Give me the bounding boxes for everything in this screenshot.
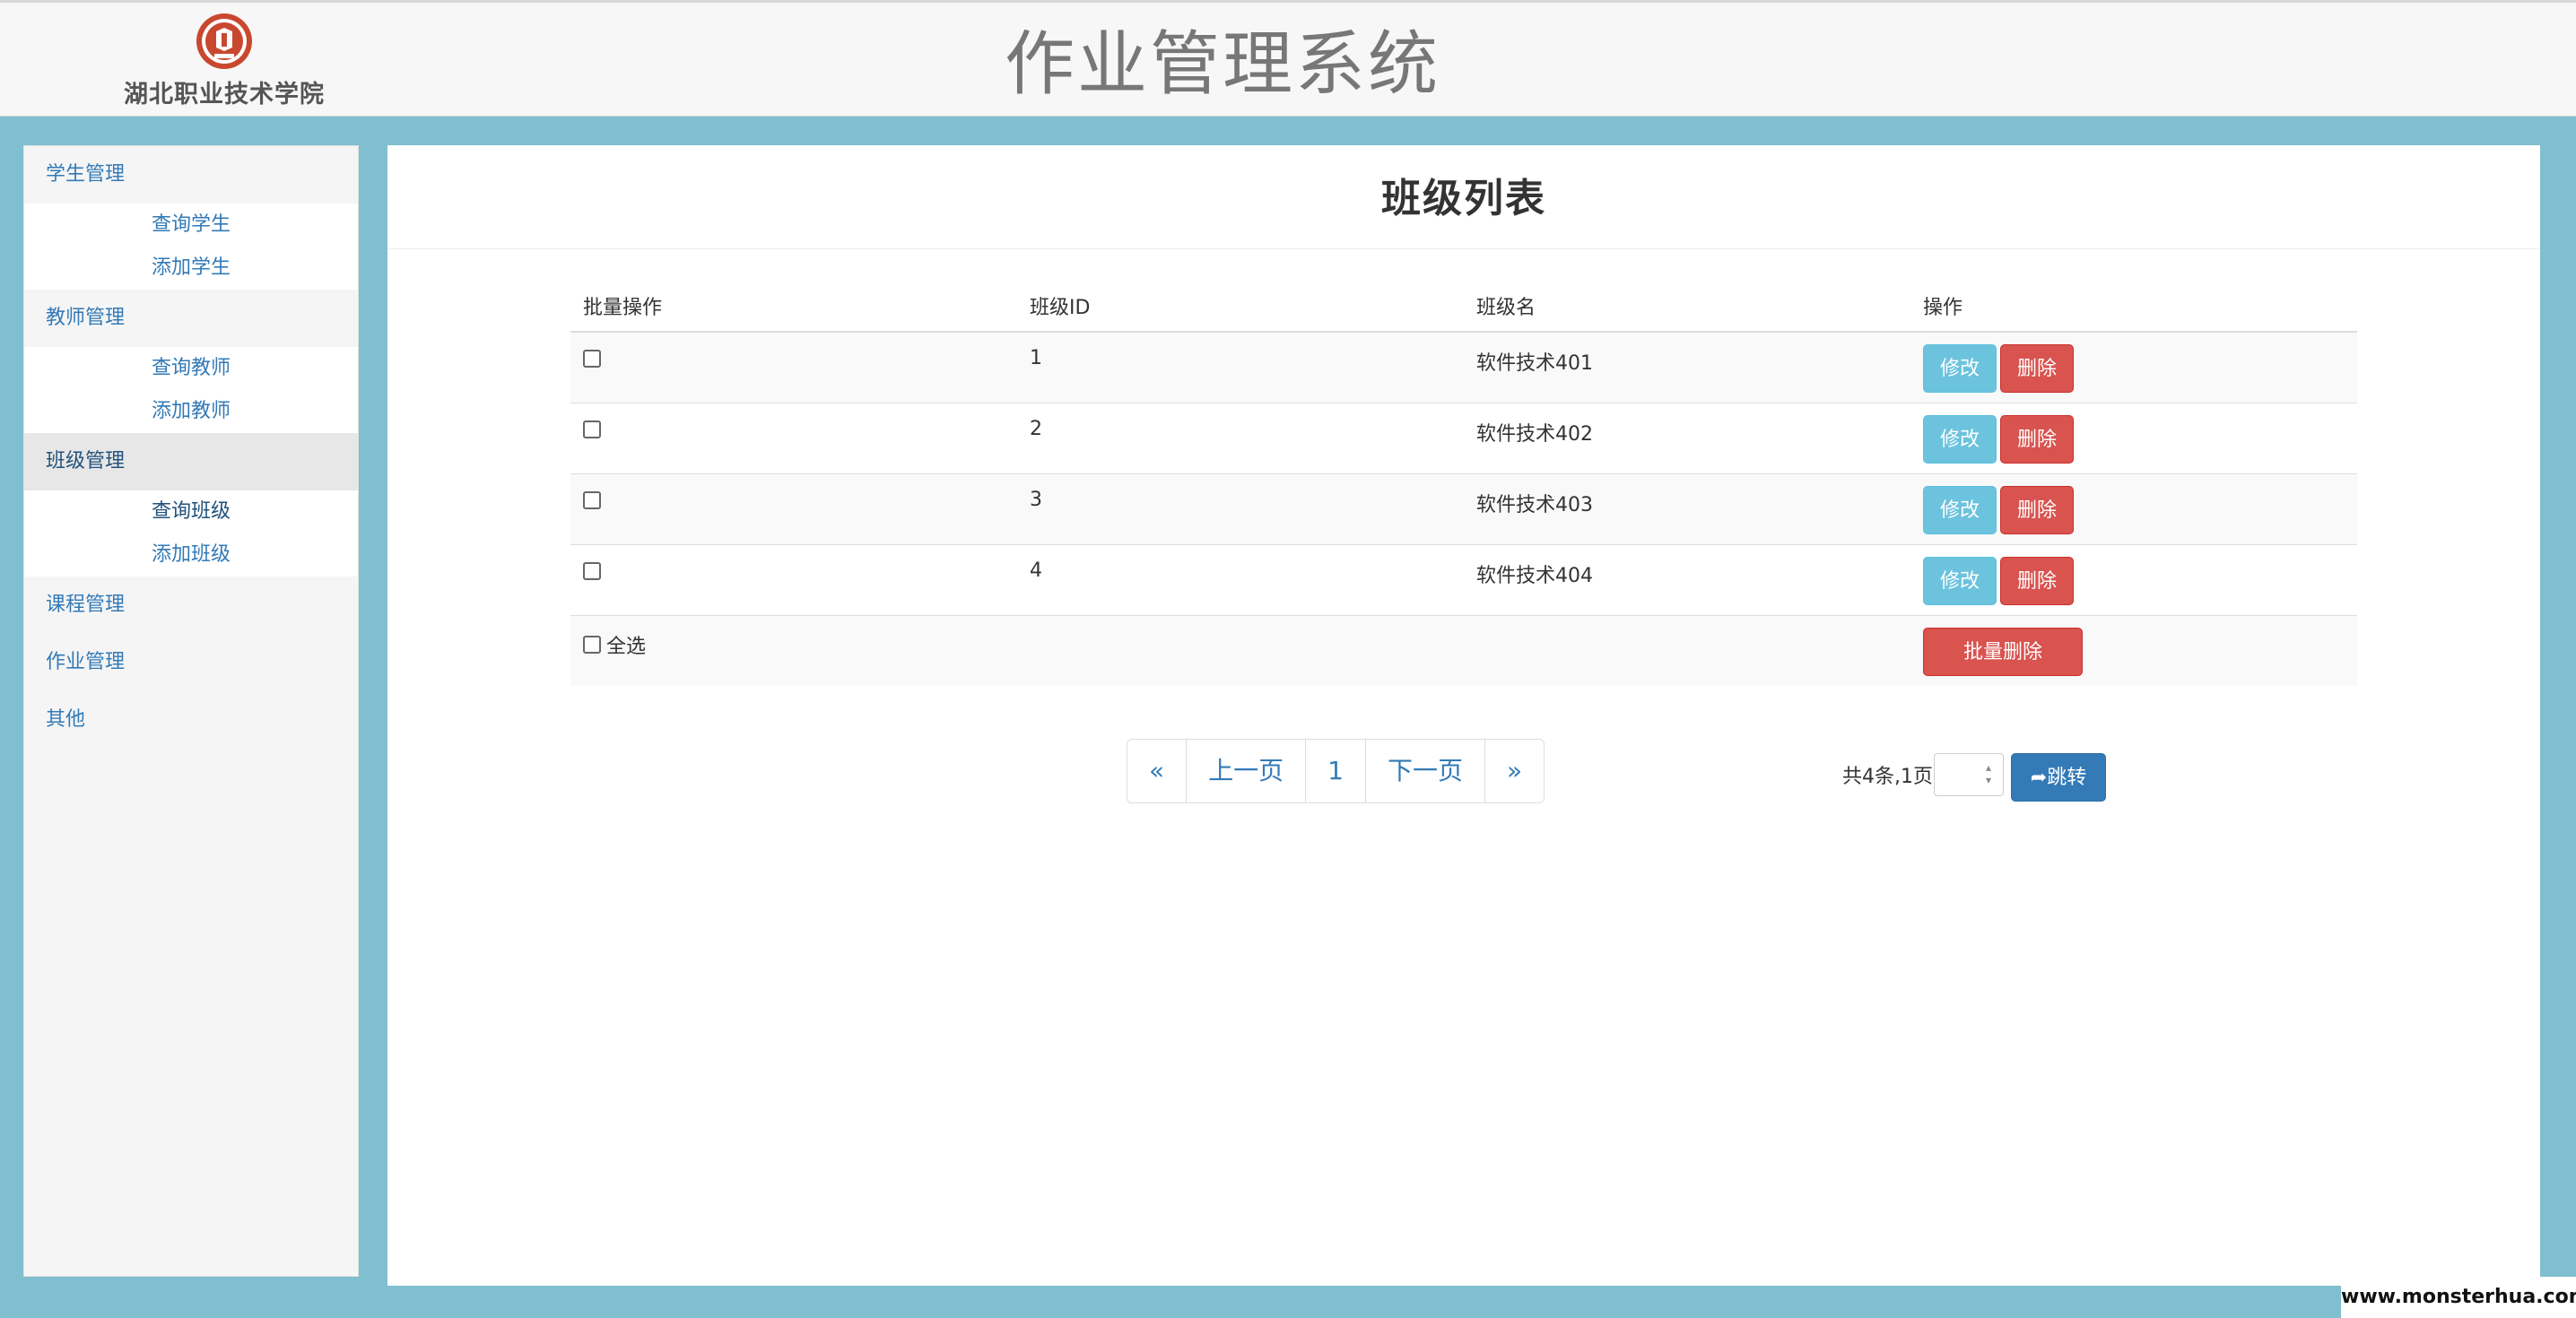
- table-row: 1 软件技术401 修改 删除: [570, 331, 2357, 403]
- jump-button[interactable]: ➦跳转: [2011, 753, 2106, 802]
- cell-class-name: 软件技术403: [1464, 473, 1910, 544]
- delete-button[interactable]: 删除: [2000, 344, 2075, 393]
- pager-page-1[interactable]: 1: [1305, 740, 1365, 802]
- cell-class-id: 4: [1017, 543, 1464, 615]
- cell-class-name: 软件技术402: [1464, 402, 1910, 473]
- sidebar-item-query-student[interactable]: 查询学生: [24, 204, 358, 247]
- sidebar-item-add-teacher[interactable]: 添加教师: [24, 390, 358, 433]
- pagination: « 上一页 1 下一页 »: [1127, 739, 1545, 803]
- menu-group-other: 其他: [24, 691, 358, 749]
- batch-delete-button[interactable]: 批量删除: [1923, 627, 2083, 676]
- edit-button[interactable]: 修改: [1923, 414, 1997, 464]
- menu-head-student[interactable]: 学生管理: [24, 146, 358, 204]
- menu-group-course: 课程管理: [24, 577, 358, 634]
- menu-head-teacher[interactable]: 教师管理: [24, 290, 358, 347]
- edit-button[interactable]: 修改: [1923, 344, 1997, 393]
- school-name: 湖北职业技术学院: [124, 81, 325, 108]
- row-checkbox[interactable]: [583, 561, 601, 580]
- system-title: 作业管理系统: [1005, 24, 1441, 105]
- header-batch-operation: 批量操作: [570, 280, 1017, 333]
- header-class-id: 班级ID: [1017, 280, 1464, 333]
- menu-group-class: 班级管理 查询班级 添加班级: [24, 433, 358, 577]
- sidebar-item-add-class[interactable]: 添加班级: [24, 533, 358, 577]
- table-row: 4 软件技术404 修改 删除: [570, 543, 2357, 615]
- menu-head-course[interactable]: 课程管理: [24, 577, 358, 634]
- menu-head-other[interactable]: 其他: [24, 691, 358, 749]
- cell-class-name: 软件技术401: [1464, 331, 1910, 403]
- pager-prev-button[interactable]: 上一页: [1186, 740, 1305, 802]
- class-table: 批量操作 班级ID 班级名 操作 1 软件技术401 修改 删除 2 软件技术40…: [570, 280, 2357, 686]
- select-all-checkbox[interactable]: [583, 635, 601, 654]
- edit-button[interactable]: 修改: [1923, 485, 1997, 534]
- delete-button[interactable]: 删除: [2000, 414, 2075, 464]
- menu-group-homework: 作业管理: [24, 634, 358, 691]
- school-seal-icon: [196, 13, 252, 69]
- menu-group-student: 学生管理 查询学生 添加学生: [24, 146, 358, 290]
- jump-label: 跳转: [2047, 767, 2087, 789]
- table-row: 2 软件技术402 修改 删除: [570, 402, 2357, 473]
- menu-head-homework[interactable]: 作业管理: [24, 634, 358, 691]
- spinner-icon[interactable]: ▴ ▾: [1981, 761, 1996, 788]
- delete-button[interactable]: 删除: [2000, 556, 2075, 605]
- menu-group-teacher: 教师管理 查询教师 添加教师: [24, 290, 358, 433]
- main-panel: 班级列表 批量操作 班级ID 班级名 操作 1 软件技术401 修改删除 2: [387, 145, 2540, 1286]
- share-arrow-icon: ➦: [2030, 767, 2048, 789]
- pager-next-button[interactable]: 下一页: [1364, 740, 1484, 802]
- sidebar-item-add-student[interactable]: 添加学生: [24, 247, 358, 290]
- pager-first-button[interactable]: «: [1127, 740, 1186, 802]
- pager-last-button[interactable]: »: [1484, 740, 1544, 802]
- header-operation: 操作: [1910, 280, 2357, 333]
- top-header: 湖北职业技术学院 作业管理系统: [0, 0, 2576, 117]
- select-all-label: 全选: [606, 635, 647, 658]
- header-class-name: 班级名: [1464, 280, 1910, 333]
- main-header: 班级列表: [387, 145, 2540, 249]
- watermark: www.monsterhua.com: [2341, 1277, 2576, 1318]
- table-row: 3 软件技术403 修改 删除: [570, 473, 2357, 544]
- row-checkbox[interactable]: [583, 490, 601, 509]
- table-footer-row: 全选 批量删除: [570, 614, 2357, 686]
- table-header-row: 批量操作 班级ID 班级名 操作: [570, 280, 2357, 333]
- page-title: 班级列表: [1381, 176, 1546, 221]
- cell-class-id: 3: [1017, 473, 1464, 544]
- page-jump-input[interactable]: ▴ ▾: [1934, 753, 2004, 796]
- delete-button[interactable]: 删除: [2000, 485, 2075, 534]
- pager-info: 共4条,1页: [1842, 766, 1933, 788]
- cell-class-id: 2: [1017, 402, 1464, 473]
- row-checkbox[interactable]: [583, 350, 601, 368]
- school-logo: 湖北职业技术学院: [108, 12, 341, 110]
- sidebar-item-query-teacher[interactable]: 查询教师: [24, 347, 358, 390]
- sidebar-menu: 学生管理 查询学生 添加学生 教师管理 查询教师 添加教师 班级管理 查询班级 …: [23, 145, 359, 1277]
- sidebar-item-query-class[interactable]: 查询班级: [24, 490, 358, 533]
- row-checkbox[interactable]: [583, 420, 601, 438]
- cell-class-name: 软件技术404: [1464, 543, 1910, 615]
- cell-class-id: 1: [1017, 331, 1464, 403]
- edit-button[interactable]: 修改: [1923, 556, 1997, 605]
- menu-head-class[interactable]: 班级管理: [24, 433, 358, 490]
